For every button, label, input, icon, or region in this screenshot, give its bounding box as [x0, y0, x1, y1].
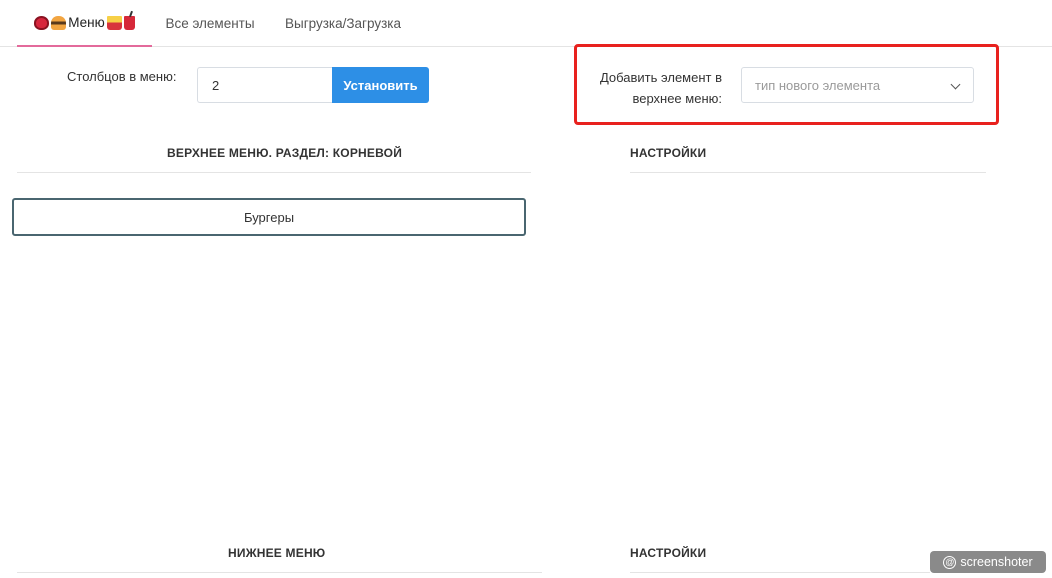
top-menu-divider — [17, 172, 531, 173]
columns-input-value: 2 — [212, 77, 220, 93]
watermark: @ screenshoter — [930, 551, 1046, 573]
menu-item-label: Бургеры — [243, 209, 295, 225]
tab-menu-label: Меню — [68, 15, 105, 30]
add-element-label: Добавить элемент в верхнее меню: — [592, 67, 722, 109]
chevron-down-icon — [950, 79, 961, 90]
bottom-menu-divider — [17, 572, 542, 573]
tab-menu-content: Меню — [34, 15, 135, 30]
burger-icon — [51, 15, 67, 30]
tab-export-import-label: Выгрузка/Загрузка — [285, 16, 401, 31]
columns-input[interactable]: 2 — [197, 67, 333, 103]
watermark-text: screenshoter — [960, 555, 1033, 569]
bottom-settings-header: НАСТРОЙКИ — [630, 546, 707, 560]
tab-menu[interactable]: Меню — [17, 0, 152, 47]
bottom-settings-divider — [630, 572, 930, 573]
menu-item-burgers[interactable]: Бургеры — [12, 198, 526, 236]
top-menu-header: ВЕРХНЕЕ МЕНЮ. РАЗДЕЛ: КОРНЕВОЙ — [167, 146, 403, 160]
top-settings-divider — [630, 172, 986, 173]
at-icon: @ — [943, 555, 957, 569]
element-type-placeholder: тип нового элемента — [755, 77, 881, 93]
add-element-label-line2: верхнее меню: — [632, 91, 722, 106]
columns-label: Столбцов в меню: — [67, 69, 177, 84]
drink-icon — [123, 15, 135, 30]
element-type-select[interactable]: тип нового элемента — [741, 67, 974, 103]
steak-icon — [34, 15, 50, 30]
tab-export-import[interactable]: Выгрузка/Загрузка — [268, 0, 418, 47]
page: Меню Все элементы Выгрузка/Загрузка Стол… — [0, 0, 1052, 578]
set-columns-button[interactable]: Установить — [332, 67, 429, 103]
tab-bar: Меню Все элементы Выгрузка/Загрузка — [0, 0, 1052, 47]
tab-all-elements-label: Все элементы — [165, 16, 255, 31]
bottom-menu-header: НИЖНЕЕ МЕНЮ — [228, 546, 326, 560]
tab-all-elements[interactable]: Все элементы — [152, 0, 268, 47]
fries-icon — [106, 15, 122, 30]
top-settings-header: НАСТРОЙКИ — [630, 146, 707, 160]
add-element-label-line1: Добавить элемент в — [599, 70, 722, 85]
